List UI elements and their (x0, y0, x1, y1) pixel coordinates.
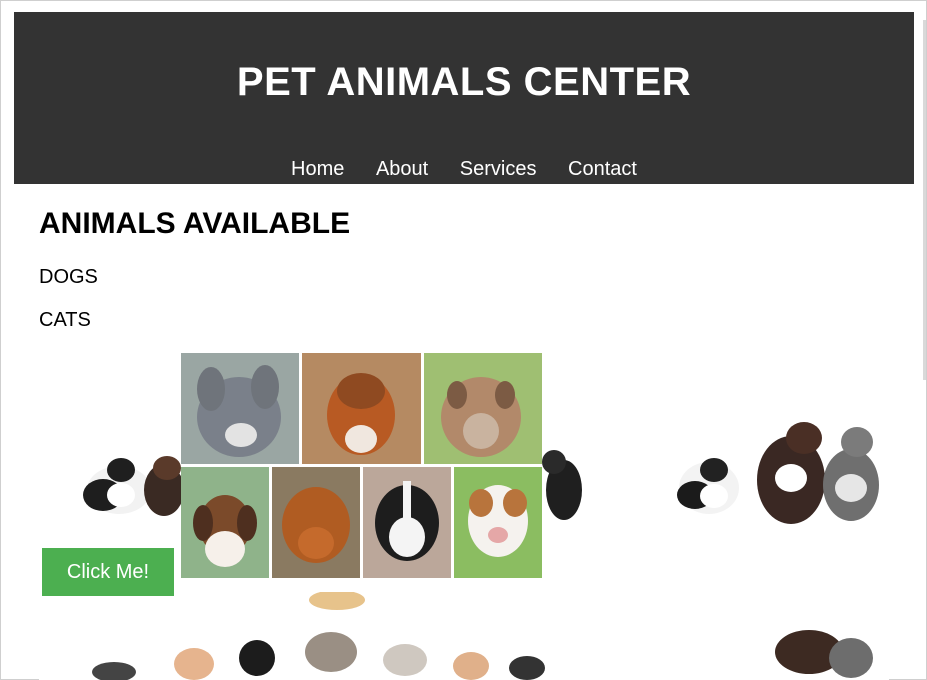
section-title: ANIMALS AVAILABLE (39, 207, 351, 240)
nav-about[interactable]: About (376, 158, 428, 180)
main-nav: Home About Services Contact (14, 158, 914, 181)
dog-collage-image (181, 353, 542, 578)
nav-home[interactable]: Home (291, 158, 344, 180)
animal-item-dogs: DOGS (39, 266, 98, 288)
click-me-button[interactable]: Click Me! (42, 548, 174, 596)
nav-services[interactable]: Services (460, 158, 537, 180)
scrollbar[interactable] (923, 20, 926, 380)
nav-contact[interactable]: Contact (568, 158, 637, 180)
site-header: PET ANIMALS CENTER Home About Services C… (14, 12, 914, 184)
site-title: PET ANIMALS CENTER (236, 60, 692, 104)
animal-item-cats: CATS (39, 309, 91, 331)
pets-background-image-bottom (39, 592, 889, 680)
